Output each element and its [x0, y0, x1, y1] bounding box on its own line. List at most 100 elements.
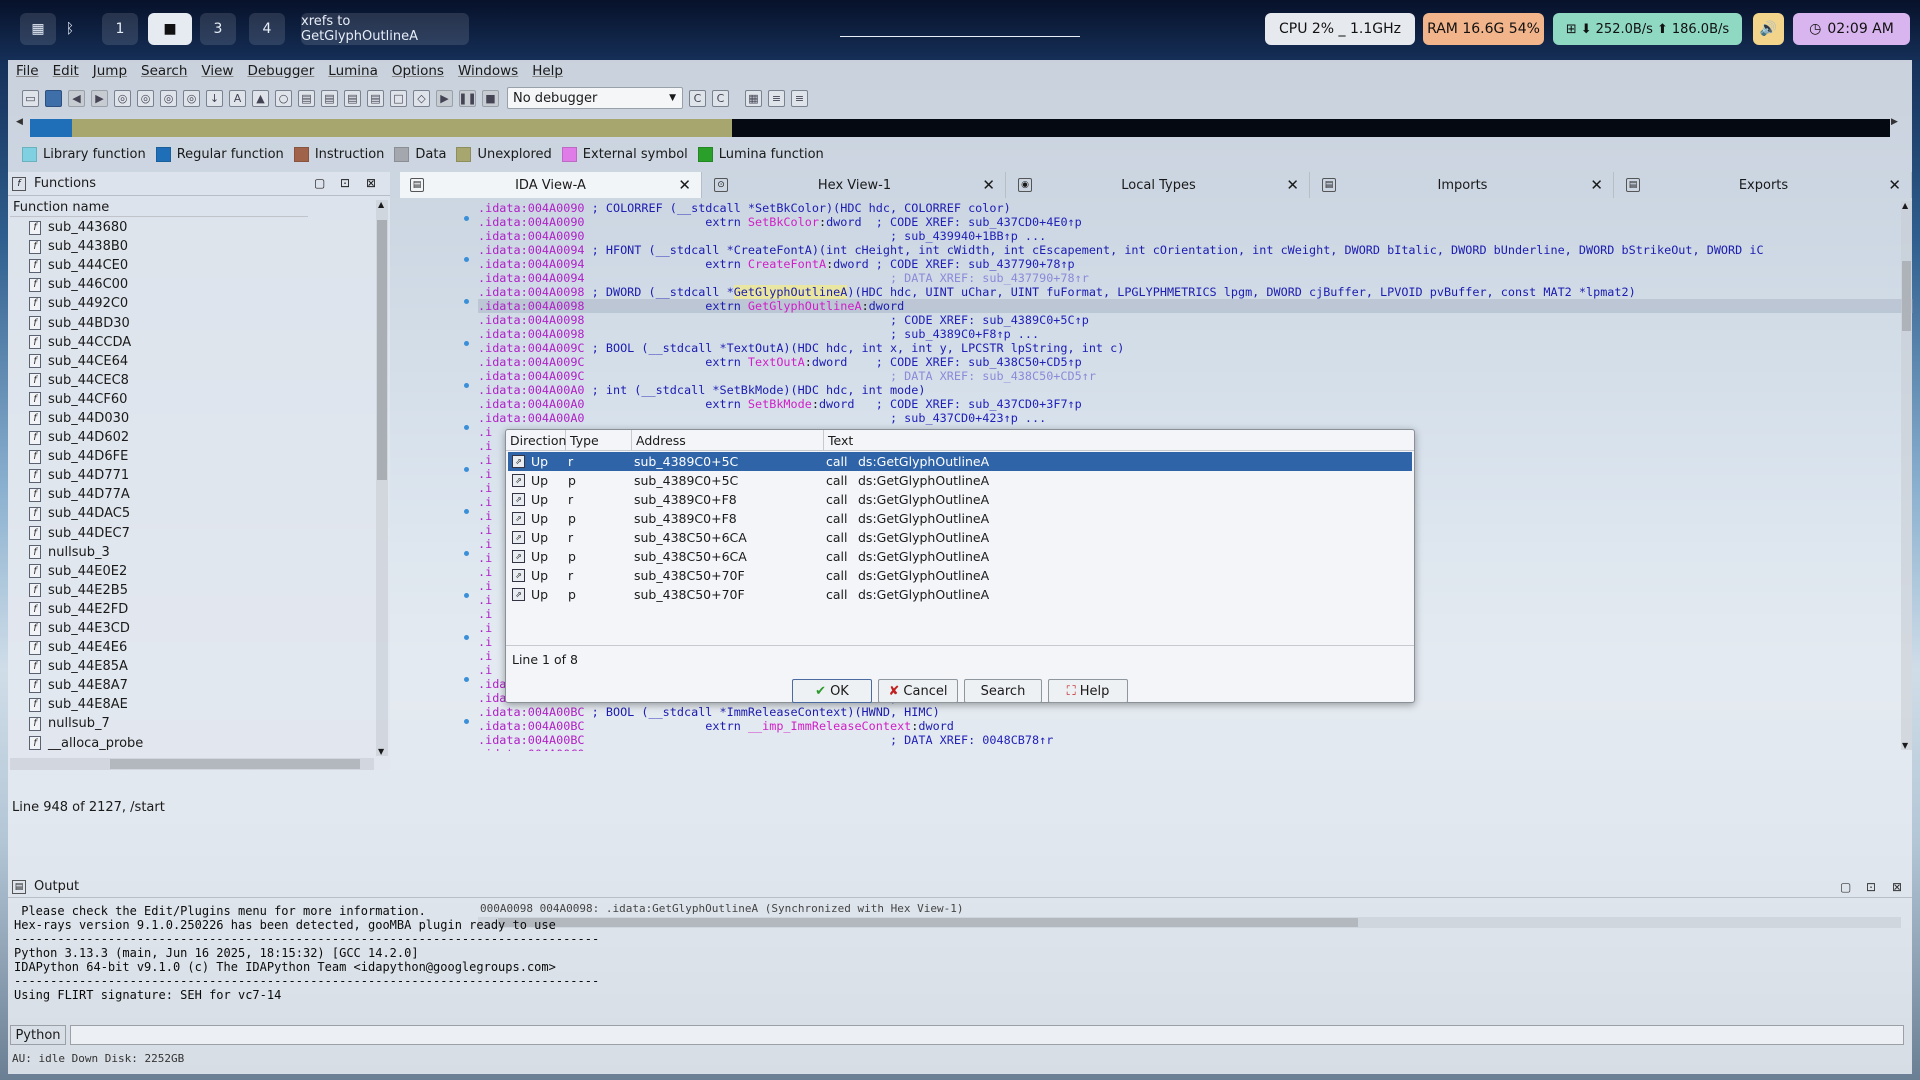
- function-list-item[interactable]: f sub_44CF60: [10, 390, 308, 409]
- tool-icon-f[interactable]: ▤: [298, 89, 315, 107]
- xref-row[interactable]: ⇗ Up p sub_438C50+6CA call ds:GetGlyphOutline…: [508, 547, 1412, 566]
- menu-options[interactable]: Options: [392, 63, 444, 79]
- tool-icon-n[interactable]: ▦: [745, 89, 762, 107]
- function-list-item[interactable]: f sub_44E8AE: [10, 695, 308, 714]
- hscroll-thumb[interactable]: [110, 759, 360, 769]
- scroll-down-icon[interactable]: ▼: [378, 747, 384, 756]
- navigation-band[interactable]: ◀ ▶: [16, 117, 1901, 139]
- function-list-item[interactable]: f sub_44D77A: [10, 485, 308, 504]
- command-input[interactable]: [70, 1025, 1904, 1045]
- column-direction[interactable]: Direction: [506, 430, 566, 450]
- function-list-item[interactable]: fsub_44EF13: [10, 753, 308, 754]
- bluetooth-icon[interactable]: ᛒ: [60, 13, 80, 45]
- nav-right-arrow-icon[interactable]: ▶: [1891, 117, 1901, 139]
- graph-icon[interactable]: ▲: [252, 89, 269, 107]
- xref-row[interactable]: ⇗ Up r sub_438C50+6CA call ds:GetGlyphOutline…: [508, 528, 1412, 547]
- menu-jump[interactable]: Jump: [93, 63, 127, 79]
- restore-icon[interactable]: ▢: [1840, 880, 1851, 894]
- scroll-down-icon[interactable]: ▼: [1902, 741, 1908, 750]
- ok-button[interactable]: ✔ OK: [792, 679, 872, 703]
- restore-icon[interactable]: ▢: [314, 176, 325, 190]
- close-icon[interactable]: ✕: [982, 176, 995, 194]
- xref-row[interactable]: ⇗ Up r sub_438C50+70F call ds:GetGlyphOutline…: [508, 566, 1412, 585]
- disasm-line[interactable]: .idata:004A009C extrn TextOutA:dword ; C…: [478, 355, 1913, 369]
- scroll-up-icon[interactable]: ▲: [378, 200, 384, 209]
- column-type[interactable]: Type: [566, 430, 632, 450]
- disasm-line[interactable]: .idata:004A0094 extrn CreateFontA:dword …: [478, 257, 1913, 271]
- column-address[interactable]: Address: [632, 430, 824, 450]
- function-list-item[interactable]: f sub_44D771: [10, 466, 308, 485]
- tool-icon-h[interactable]: ▤: [344, 89, 361, 107]
- function-list-item[interactable]: f sub_44E8A7: [10, 676, 308, 695]
- disasm-line[interactable]: .idata:004A0090 ; sub_439940+1BB↑p ...: [478, 229, 1913, 243]
- workspace-1[interactable]: 1: [102, 13, 138, 45]
- debugger-select[interactable]: No debugger ▼: [507, 87, 683, 109]
- disasm-line[interactable]: .idata:004A00BC ; BOOL (__stdcall *ImmRe…: [478, 705, 1913, 719]
- circle-icon[interactable]: ○: [275, 89, 292, 107]
- float-icon[interactable]: ⊡: [340, 176, 350, 190]
- tool-icon-b[interactable]: ◎: [137, 89, 154, 107]
- function-list-item[interactable]: f sub_44CEC8: [10, 371, 308, 390]
- xref-row[interactable]: ⇗ Up p sub_4389C0+F8 call ds:GetGlyphOutlineA: [508, 509, 1412, 528]
- tool-icon-m[interactable]: C: [712, 89, 729, 107]
- cancel-button[interactable]: ✘ Cancel: [878, 679, 958, 703]
- tool-icon-p[interactable]: ≡: [791, 89, 808, 107]
- xref-row[interactable]: ⇗ Up p sub_438C50+70F call ds:GetGlyphOutline…: [508, 585, 1412, 604]
- float-icon[interactable]: ⊡: [1866, 880, 1876, 894]
- tool-icon-a[interactable]: ◎: [114, 89, 131, 107]
- function-list-item[interactable]: f sub_44E4E6: [10, 638, 308, 657]
- menu-view[interactable]: View: [201, 63, 233, 79]
- function-list-item[interactable]: f sub_44D030: [10, 409, 308, 428]
- disasm-line-current[interactable]: .idata:004A0098 extrn GetGlyphOutlineA:d…: [478, 299, 1913, 313]
- tab-hex-view[interactable]: ⊙ Hex View-1 ✕: [704, 172, 1006, 198]
- disasm-scrollbar[interactable]: ▲ ▼: [1901, 201, 1912, 750]
- cpu-indicator[interactable]: CPU 2% _ 1.1GHz: [1265, 13, 1415, 45]
- stop-icon[interactable]: ■: [482, 89, 499, 107]
- menu-file[interactable]: File: [16, 63, 39, 79]
- ram-indicator[interactable]: RAM 16.6G 54%: [1423, 13, 1544, 45]
- disasm-line[interactable]: .idata:004A0090 extrn SetBkColor:dword ;…: [478, 215, 1913, 229]
- xref-row[interactable]: ⇗ Up p sub_4389C0+5C call ds:GetGlyphOutlineA: [508, 471, 1412, 490]
- function-list-item[interactable]: f nullsub_7: [10, 714, 308, 733]
- function-list-item[interactable]: f sub_44E2FD: [10, 600, 308, 619]
- disasm-line[interactable]: .idata:004A00A0 ; int (__stdcall *SetBkM…: [478, 383, 1913, 397]
- disasm-line[interactable]: .idata:004A0094 ; DATA XREF: sub_437790+…: [478, 271, 1913, 285]
- column-text[interactable]: Text: [824, 430, 1414, 450]
- close-icon[interactable]: ✕: [1888, 176, 1901, 194]
- function-list-item[interactable]: f sub_44DEC7: [10, 524, 308, 543]
- disasm-line[interactable]: .idata:004A0094 ; HFONT (__stdcall *Crea…: [478, 243, 1913, 257]
- search-button[interactable]: Search: [964, 679, 1042, 703]
- close-icon[interactable]: ✕: [1590, 176, 1603, 194]
- functions-hscrollbar[interactable]: [10, 758, 374, 770]
- tool-icon-j[interactable]: □: [390, 89, 407, 107]
- close-icon[interactable]: ⊠: [1892, 880, 1902, 894]
- forward-icon[interactable]: ▶: [91, 89, 108, 107]
- function-list-item[interactable]: f sub_44D6FE: [10, 447, 308, 466]
- network-indicator[interactable]: ⊞ ⬇ 252.0B/s ⬆ 186.0B/s: [1553, 13, 1742, 45]
- tab-local-types[interactable]: ◉ Local Types ✕: [1008, 172, 1310, 198]
- menu-search[interactable]: Search: [141, 63, 187, 79]
- output-log[interactable]: Please check the Edit/Plugins menu for m…: [14, 904, 1894, 1028]
- volume-icon[interactable]: 🔊: [1753, 13, 1784, 45]
- function-list-item[interactable]: f sub_443680: [10, 218, 308, 237]
- menu-windows[interactable]: Windows: [458, 63, 518, 79]
- function-list-item[interactable]: f sub_44CE64: [10, 352, 308, 371]
- nav-left-arrow-icon[interactable]: ◀: [16, 117, 26, 139]
- tool-icon-i[interactable]: ▤: [367, 89, 384, 107]
- tool-icon-k[interactable]: ◇: [413, 89, 430, 107]
- disasm-line[interactable]: .idata:004A0098 ; CODE XREF: sub_4389C0+…: [478, 313, 1913, 327]
- tool-icon-o[interactable]: ≡: [768, 89, 785, 107]
- scroll-up-icon[interactable]: ▲: [1902, 201, 1908, 210]
- function-list-item[interactable]: f sub_4438B0: [10, 237, 308, 256]
- save-icon[interactable]: [45, 89, 62, 107]
- tab-imports[interactable]: ▤ Imports ✕: [1312, 172, 1614, 198]
- scroll-thumb[interactable]: [377, 220, 387, 480]
- disasm-line[interactable]: .idata:004A009C ; DATA XREF: sub_438C50+…: [478, 369, 1913, 383]
- function-list-item[interactable]: f sub_44E3CD: [10, 619, 308, 638]
- function-list-item[interactable]: f __alloca_probe: [10, 734, 308, 753]
- scroll-thumb[interactable]: [1902, 261, 1911, 331]
- disasm-line[interactable]: .idata:004A00C0: [478, 747, 1913, 751]
- tool-icon-e[interactable]: ↓: [206, 89, 223, 107]
- interpreter-button[interactable]: Python: [10, 1025, 66, 1045]
- function-list-item[interactable]: f sub_444CE0: [10, 256, 308, 275]
